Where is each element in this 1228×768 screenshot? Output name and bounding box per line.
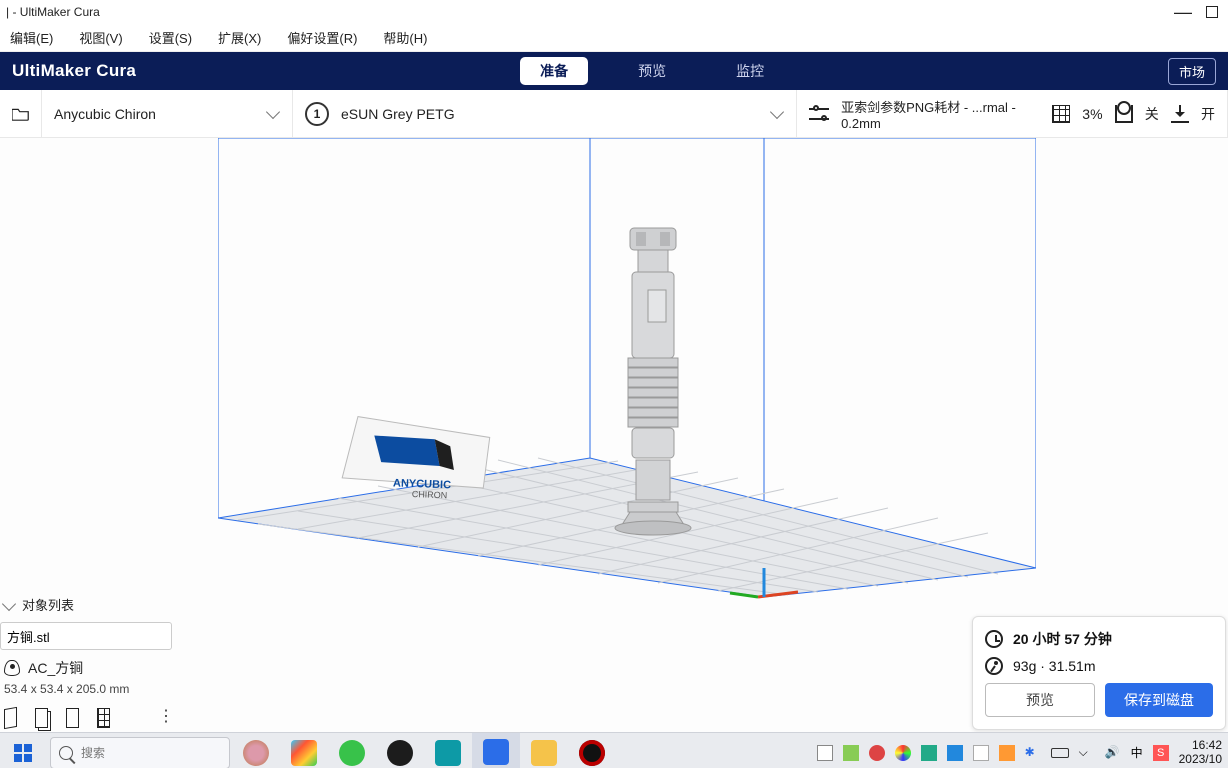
grid-icon[interactable] [97, 708, 110, 728]
tray-icon[interactable] [895, 745, 911, 761]
taskbar-app-explorer[interactable] [520, 733, 568, 768]
object-dimensions: 53.4 x 53.4 x 205.0 mm [0, 680, 178, 704]
profile-name: 亚索剑参数PNG耗材 - ...rmal - 0.2mm [841, 97, 1040, 131]
start-button[interactable] [2, 733, 44, 768]
menu-view[interactable]: 视图(V) [79, 28, 122, 47]
search-placeholder: 搜索 [81, 744, 105, 761]
maximize-button[interactable] [1206, 6, 1218, 18]
support-icon [1115, 104, 1133, 124]
infill-icon [1052, 104, 1070, 124]
tray-volume-icon[interactable]: 🔊 [1105, 745, 1121, 761]
duplicate-icon[interactable] [35, 708, 48, 728]
marketplace-button[interactable]: 市场 [1168, 58, 1216, 85]
extruder-badge: 1 [305, 102, 329, 126]
taskbar-app-dark1[interactable] [376, 733, 424, 768]
material-name: eSUN Grey PETG [341, 106, 455, 122]
taskbar-clock[interactable]: 16:42 2023/10 [1179, 739, 1222, 765]
taskbar-app-store[interactable] [280, 733, 328, 768]
object-action-icons [0, 704, 178, 732]
minimize-button[interactable]: — [1174, 2, 1192, 23]
tray-icon[interactable] [817, 745, 833, 761]
menu-extensions[interactable]: 扩展(X) [218, 28, 261, 47]
search-icon [59, 746, 73, 760]
adhesion-icon [1171, 104, 1189, 124]
menu-bar: 编辑(E) 视图(V) 设置(S) 扩展(X) 偏好设置(R) 帮助(H) [0, 24, 1228, 52]
chevron-down-icon[interactable] [2, 596, 16, 610]
sliders-icon [809, 103, 829, 125]
object-name[interactable]: AC_方锏 [28, 658, 83, 678]
tray-icon[interactable] [999, 745, 1015, 761]
adhesion-value: 开 [1201, 104, 1215, 124]
printer-name: Anycubic Chiron [54, 106, 156, 122]
reset-icon[interactable] [66, 708, 79, 728]
window-title: | - UltiMaker Cura [6, 5, 100, 19]
window-titlebar: | - UltiMaker Cura — [0, 0, 1228, 24]
object-list-panel: 对象列表 AC_方锏 53.4 x 53.4 x 205.0 mm [0, 593, 178, 732]
open-file-button[interactable] [0, 90, 42, 137]
infill-value: 3% [1082, 106, 1102, 122]
tab-preview[interactable]: 预览 [618, 57, 686, 85]
stage-tabs: 准备 预览 监控 [520, 57, 784, 85]
svg-text:CHIRON: CHIRON [412, 489, 448, 500]
taskbar-app-record[interactable] [568, 733, 616, 768]
taskbar-app-cura[interactable] [472, 733, 520, 768]
print-material: 93g · 31.51m [1013, 658, 1096, 674]
windows-icon [14, 744, 32, 762]
arrange-icon[interactable] [4, 707, 17, 729]
brand-bar: UltiMaker Cura 准备 预览 监控 市场 [0, 52, 1228, 90]
print-time: 20 小时 57 分钟 [1013, 629, 1112, 649]
support-value: 关 [1145, 104, 1159, 124]
eye-icon[interactable] [4, 660, 20, 676]
weight-icon [985, 657, 1003, 675]
system-tray: ✱ ⌵ 🔊 中 S 16:42 2023/10 [817, 739, 1228, 765]
print-settings-selector[interactable]: 亚索剑参数PNG耗材 - ...rmal - 0.2mm 3% 关 开 [797, 90, 1228, 137]
save-to-disk-button[interactable]: 保存到磁盘 [1105, 683, 1213, 717]
tray-ime[interactable]: 中 [1131, 744, 1143, 761]
tray-icon[interactable] [947, 745, 963, 761]
taskbar-app-avatar[interactable] [232, 733, 280, 768]
tray-bluetooth-icon[interactable]: ✱ [1025, 745, 1041, 761]
brand-title: UltiMaker Cura [12, 61, 136, 81]
menu-edit[interactable]: 编辑(E) [10, 28, 53, 47]
tab-prepare[interactable]: 准备 [520, 57, 588, 85]
object-list-header: 对象列表 [22, 595, 74, 614]
viewport-3d[interactable]: ANYCUBIC CHIRON [0, 138, 1228, 732]
menu-settings[interactable]: 设置(S) [149, 28, 192, 47]
tray-wifi-icon[interactable]: ⌵ [1079, 745, 1095, 761]
divider [128, 708, 140, 728]
menu-help[interactable]: 帮助(H) [383, 28, 427, 47]
tray-sogou-icon[interactable]: S [1153, 745, 1169, 761]
tray-icon[interactable] [921, 745, 937, 761]
clock-icon [985, 630, 1003, 648]
tab-monitor[interactable]: 监控 [716, 57, 784, 85]
taskbar-app-arduino[interactable] [424, 733, 472, 768]
slice-panel: 20 小时 57 分钟 93g · 31.51m 预览 保存到磁盘 [972, 616, 1226, 730]
material-selector[interactable]: 1 eSUN Grey PETG [293, 90, 797, 137]
chevron-down-icon [266, 104, 280, 118]
tray-icon[interactable] [973, 745, 989, 761]
taskbar-search[interactable]: 搜索 [50, 737, 230, 768]
config-bar: Anycubic Chiron 1 eSUN Grey PETG 亚索剑参数PN… [0, 90, 1228, 138]
build-volume: ANYCUBIC CHIRON [218, 138, 1036, 678]
chevron-down-icon [770, 104, 784, 118]
printer-selector[interactable]: Anycubic Chiron [42, 90, 293, 137]
preview-button[interactable]: 预览 [985, 683, 1095, 717]
object-file-input[interactable] [0, 622, 172, 650]
windows-taskbar: 搜索 ✱ ⌵ 🔊 中 S 16:42 2023/10 [0, 732, 1228, 768]
tray-icon[interactable] [843, 745, 859, 761]
more-icon[interactable] [158, 708, 174, 728]
tray-battery-icon[interactable] [1051, 748, 1069, 758]
menu-preferences[interactable]: 偏好设置(R) [287, 28, 357, 47]
taskbar-app-green[interactable] [328, 733, 376, 768]
tray-icon[interactable] [869, 745, 885, 761]
